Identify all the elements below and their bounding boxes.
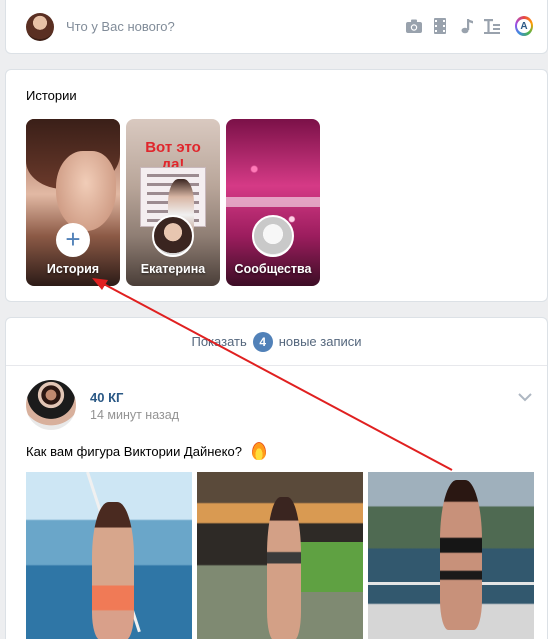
story-banner bbox=[226, 197, 320, 207]
new-posts-count-badge: 4 bbox=[252, 331, 273, 352]
show-new-suffix: новые записи bbox=[278, 334, 362, 349]
post-timestamp[interactable]: 14 минут назад bbox=[90, 408, 179, 422]
story-avatar bbox=[152, 215, 194, 257]
text-format-icon[interactable] bbox=[483, 17, 501, 35]
fire-emoji-icon bbox=[252, 442, 266, 460]
show-new-posts-button[interactable]: Показать 4 новые записи bbox=[6, 318, 547, 366]
music-icon[interactable] bbox=[457, 17, 475, 35]
show-new-prefix: Показать bbox=[191, 334, 247, 349]
story-avatar bbox=[252, 215, 294, 257]
post-photo-3[interactable] bbox=[368, 472, 534, 639]
user-avatar[interactable] bbox=[26, 13, 54, 41]
post-composer: Что у Вас нового? A bbox=[5, 0, 548, 54]
add-story-icon[interactable]: + bbox=[56, 223, 90, 257]
story-communities[interactable]: Сообщества bbox=[226, 119, 320, 286]
composer-input[interactable]: Что у Вас нового? bbox=[66, 19, 175, 34]
story-label: Сообщества bbox=[234, 262, 312, 276]
post-author-name[interactable]: 40 КГ bbox=[90, 390, 123, 405]
post-photo-1[interactable] bbox=[26, 472, 192, 639]
feed-block: Показать 4 новые записи 40 КГ 14 минут н… bbox=[5, 317, 548, 639]
photo-detail bbox=[293, 542, 363, 592]
post-text: Как вам фигура Виктории Дайнеко? bbox=[26, 444, 242, 459]
story-ekaterina[interactable]: Вот это да! Екатерина bbox=[126, 119, 220, 286]
story-own[interactable]: + История bbox=[26, 119, 120, 286]
photo-figure bbox=[92, 502, 134, 639]
photo-figure bbox=[267, 497, 301, 639]
story-label: Екатерина bbox=[140, 262, 206, 276]
apps-letter: A bbox=[517, 19, 531, 33]
post-author-avatar[interactable] bbox=[26, 380, 76, 430]
camera-icon[interactable] bbox=[405, 17, 423, 35]
story-face bbox=[56, 151, 116, 231]
post-photo-2[interactable] bbox=[197, 472, 363, 639]
story-label: История bbox=[46, 262, 100, 276]
stories-title: Истории bbox=[26, 88, 77, 103]
film-icon[interactable] bbox=[431, 17, 449, 35]
apps-icon[interactable]: A bbox=[515, 16, 533, 36]
stories-block: Истории + История Вот это да! Екатерина … bbox=[5, 69, 548, 302]
composer-toolbar: A bbox=[397, 16, 533, 36]
photo-figure bbox=[440, 480, 482, 630]
chevron-down-icon[interactable] bbox=[517, 392, 533, 402]
